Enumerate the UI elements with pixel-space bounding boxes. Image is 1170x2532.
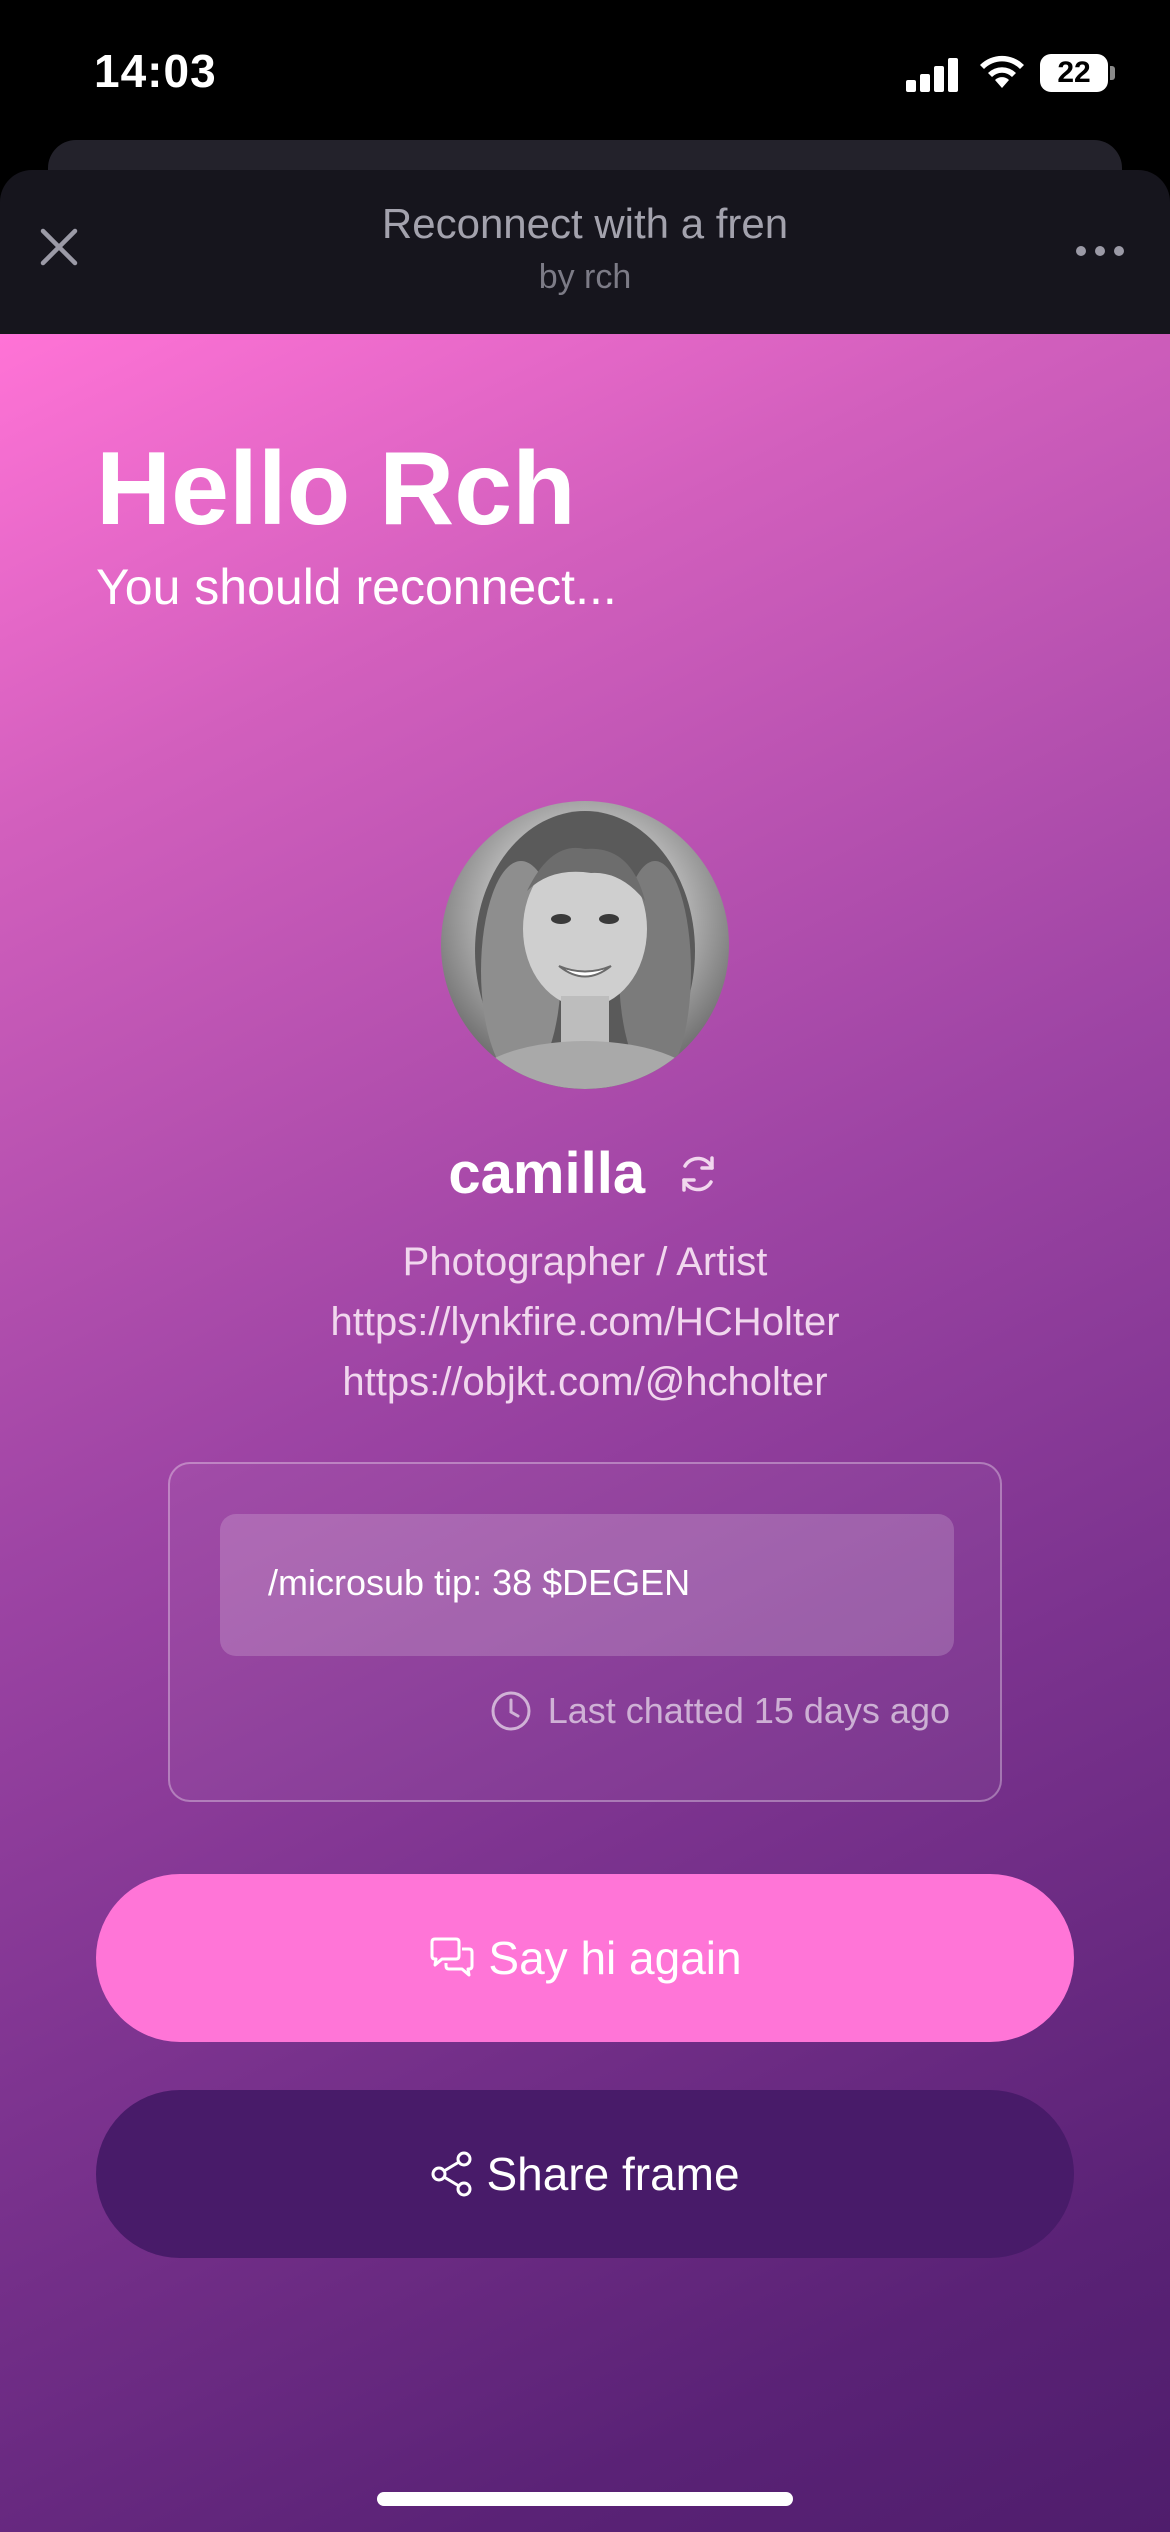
frame-title: Reconnect with a fren [381, 200, 789, 247]
chat-bubbles-icon [430, 1937, 474, 1977]
avatar-portrait [465, 811, 705, 1089]
last-chatted: Last chatted 15 days ago [490, 1690, 950, 1732]
last-chat-card: /microsub tip: 38 $DEGEN Last chatted 15… [168, 1462, 1002, 1802]
home-indicator[interactable] [377, 2492, 793, 2506]
battery-icon: 22 [1040, 54, 1108, 92]
battery-level: 22 [1057, 56, 1091, 89]
status-bar: 14:03 22 [0, 0, 1170, 150]
frame-content: Hello Rch You should reconnect... camill… [0, 334, 1170, 2532]
say-hi-button[interactable]: Say hi again [96, 1874, 1074, 2042]
frame-author: by rch [538, 258, 632, 296]
share-frame-button[interactable]: Share frame [96, 2090, 1074, 2258]
clock-icon [491, 1691, 531, 1731]
profile-link[interactable]: https://lynkfire.com/HCHolter [0, 1300, 1170, 1345]
chat-message: /microsub tip: 38 $DEGEN [268, 1562, 691, 1603]
status-time: 14:03 [94, 45, 217, 97]
profile-link[interactable]: https://objkt.com/@hcholter [0, 1360, 1170, 1405]
greeting-subtitle: You should reconnect... [96, 559, 617, 615]
avatar [441, 801, 729, 1089]
chat-bubble: /microsub tip: 38 $DEGEN [220, 1514, 954, 1656]
last-chatted-text: Last chatted 15 days ago [547, 1690, 950, 1731]
battery-nub [1110, 66, 1115, 80]
share-frame-label: Share frame [486, 2148, 740, 2200]
refresh-icon[interactable] [674, 1150, 722, 1198]
profile-name: camilla [448, 1141, 646, 1206]
share-icon [431, 2151, 472, 2197]
say-hi-label: Say hi again [488, 1932, 742, 1984]
frame-header [0, 170, 1170, 334]
greeting: Hello Rch [96, 431, 576, 547]
more-icon[interactable] [1070, 230, 1130, 270]
profile-name-row: camilla [0, 1140, 1170, 1207]
signal-icon [906, 56, 960, 92]
wifi-icon [980, 55, 1024, 88]
profile-bio-line: Photographer / Artist [402, 1240, 768, 1284]
